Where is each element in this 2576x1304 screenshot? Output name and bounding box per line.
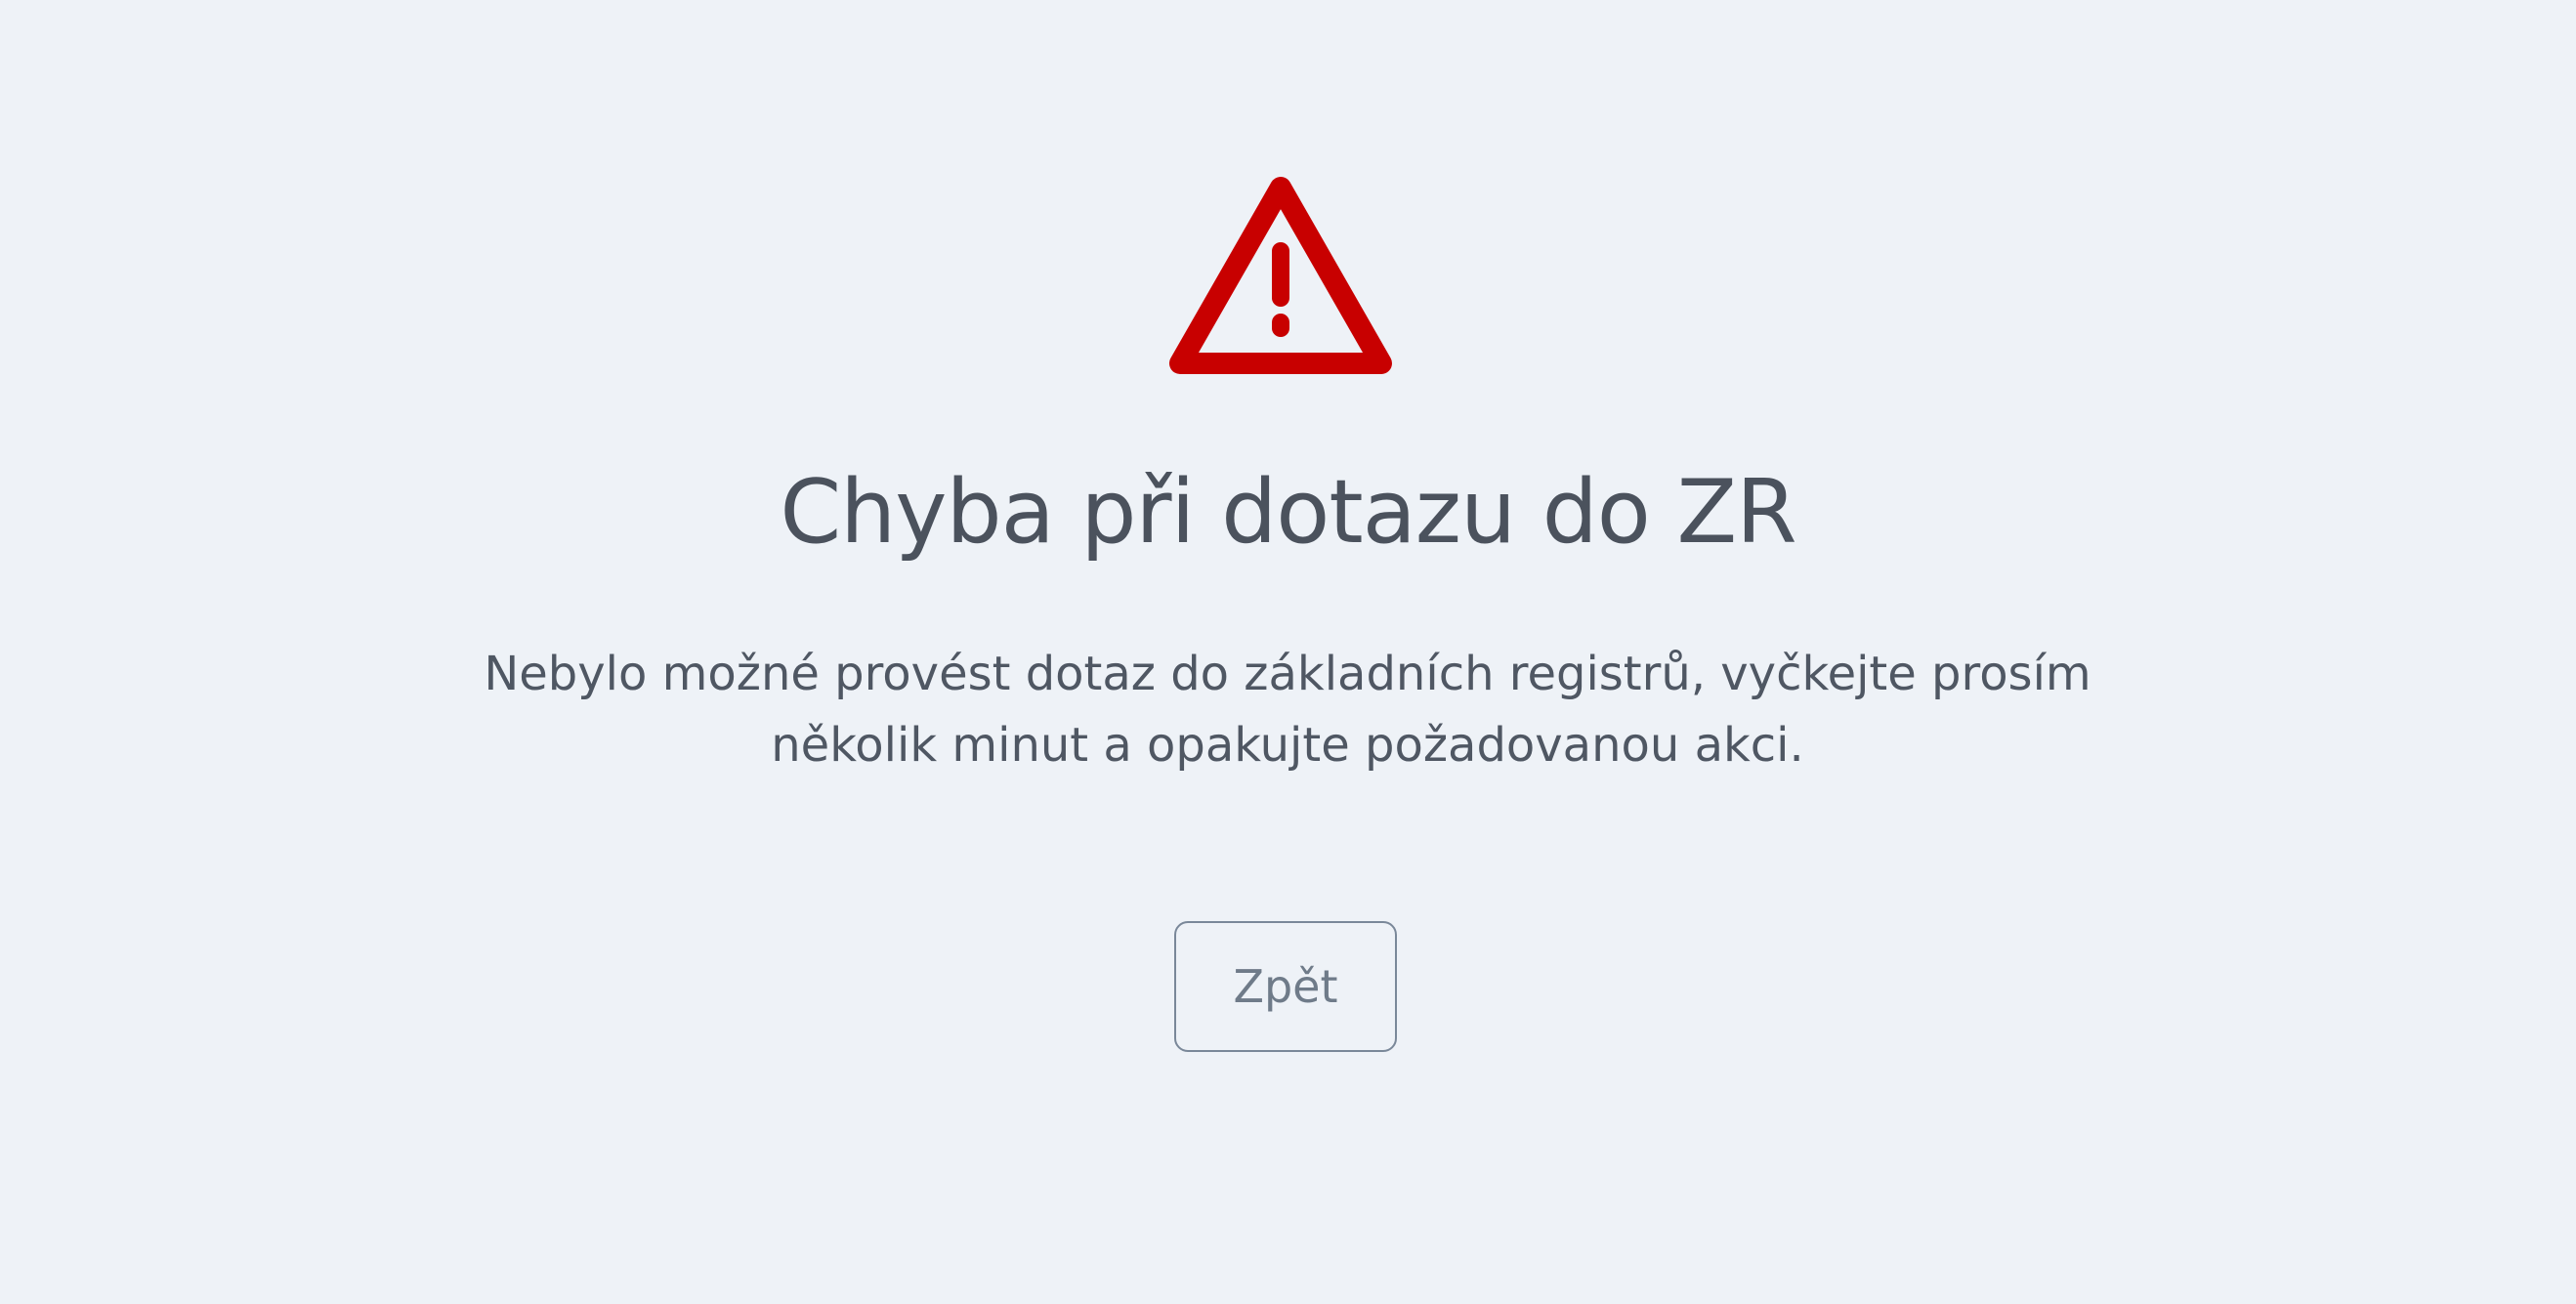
warning-icon <box>1168 176 1393 376</box>
error-message: Nebylo možné provést dotaz do základních… <box>484 647 2091 773</box>
error-page: Chyba při dotazu do ZR Nebylo možné prov… <box>0 0 2576 1304</box>
back-button[interactable]: Zpět <box>1174 921 1397 1052</box>
page-title: Chyba při dotazu do ZR <box>780 461 1796 564</box>
